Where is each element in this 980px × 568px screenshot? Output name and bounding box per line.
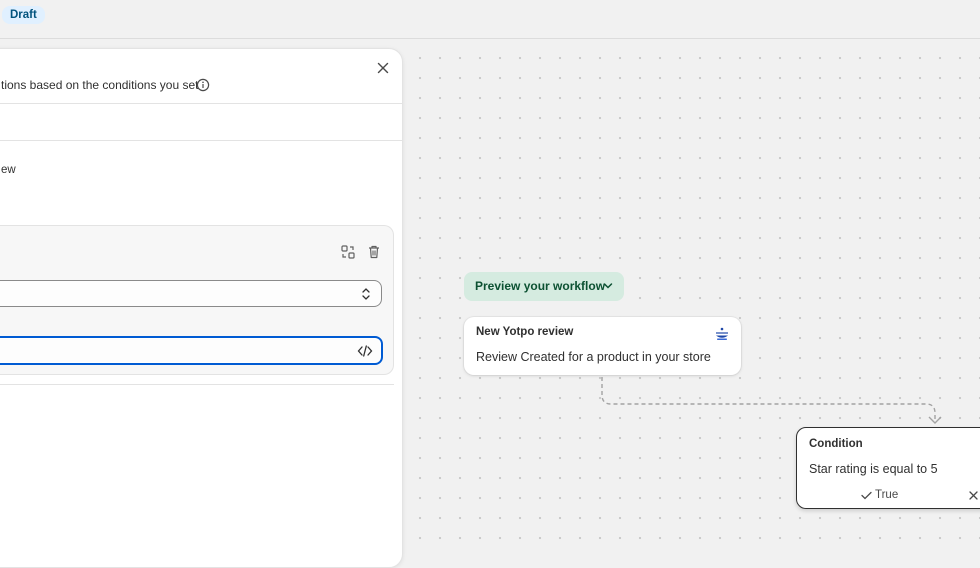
- true-branch-label[interactable]: True: [875, 489, 898, 501]
- condition-value-field[interactable]: [0, 336, 383, 365]
- condition-value-input[interactable]: [0, 338, 341, 363]
- swap-icon[interactable]: [340, 244, 356, 260]
- trash-icon[interactable]: [366, 244, 382, 260]
- condition-node-title: Condition: [809, 438, 863, 450]
- condition-node-body: Star rating is equal to 5: [809, 462, 938, 476]
- close-icon[interactable]: [376, 61, 390, 75]
- condition-editor-panel: tions based on the conditions you set ew: [0, 48, 403, 568]
- panel-divider: [0, 140, 402, 141]
- condition-operator-select[interactable]: [0, 280, 382, 307]
- status-badge: Draft: [2, 6, 45, 24]
- preview-workflow-label: Preview your workflow: [475, 279, 606, 293]
- check-icon: [861, 491, 872, 500]
- condition-card: [0, 225, 394, 375]
- condition-node[interactable]: Condition Star rating is equal to 5 True: [796, 427, 980, 509]
- select-chevron-icon: [362, 288, 370, 300]
- code-icon[interactable]: [357, 344, 373, 358]
- preview-workflow-button[interactable]: Preview your workflow: [464, 272, 624, 301]
- top-bar: Draft: [0, 0, 980, 39]
- yotpo-app-icon: [716, 327, 728, 340]
- trigger-summary-text: ew: [1, 164, 16, 176]
- panel-description: tions based on the conditions you set: [1, 78, 199, 92]
- panel-divider: [0, 384, 394, 385]
- trigger-node-body: Review Created for a product in your sto…: [476, 350, 711, 364]
- close-icon: [969, 491, 978, 500]
- info-icon[interactable]: [196, 78, 210, 92]
- trigger-node-title: New Yotpo review: [476, 326, 574, 338]
- panel-divider: [0, 103, 402, 104]
- chevron-down-icon: [603, 283, 613, 289]
- trigger-node[interactable]: New Yotpo review Review Created for a pr…: [464, 317, 741, 375]
